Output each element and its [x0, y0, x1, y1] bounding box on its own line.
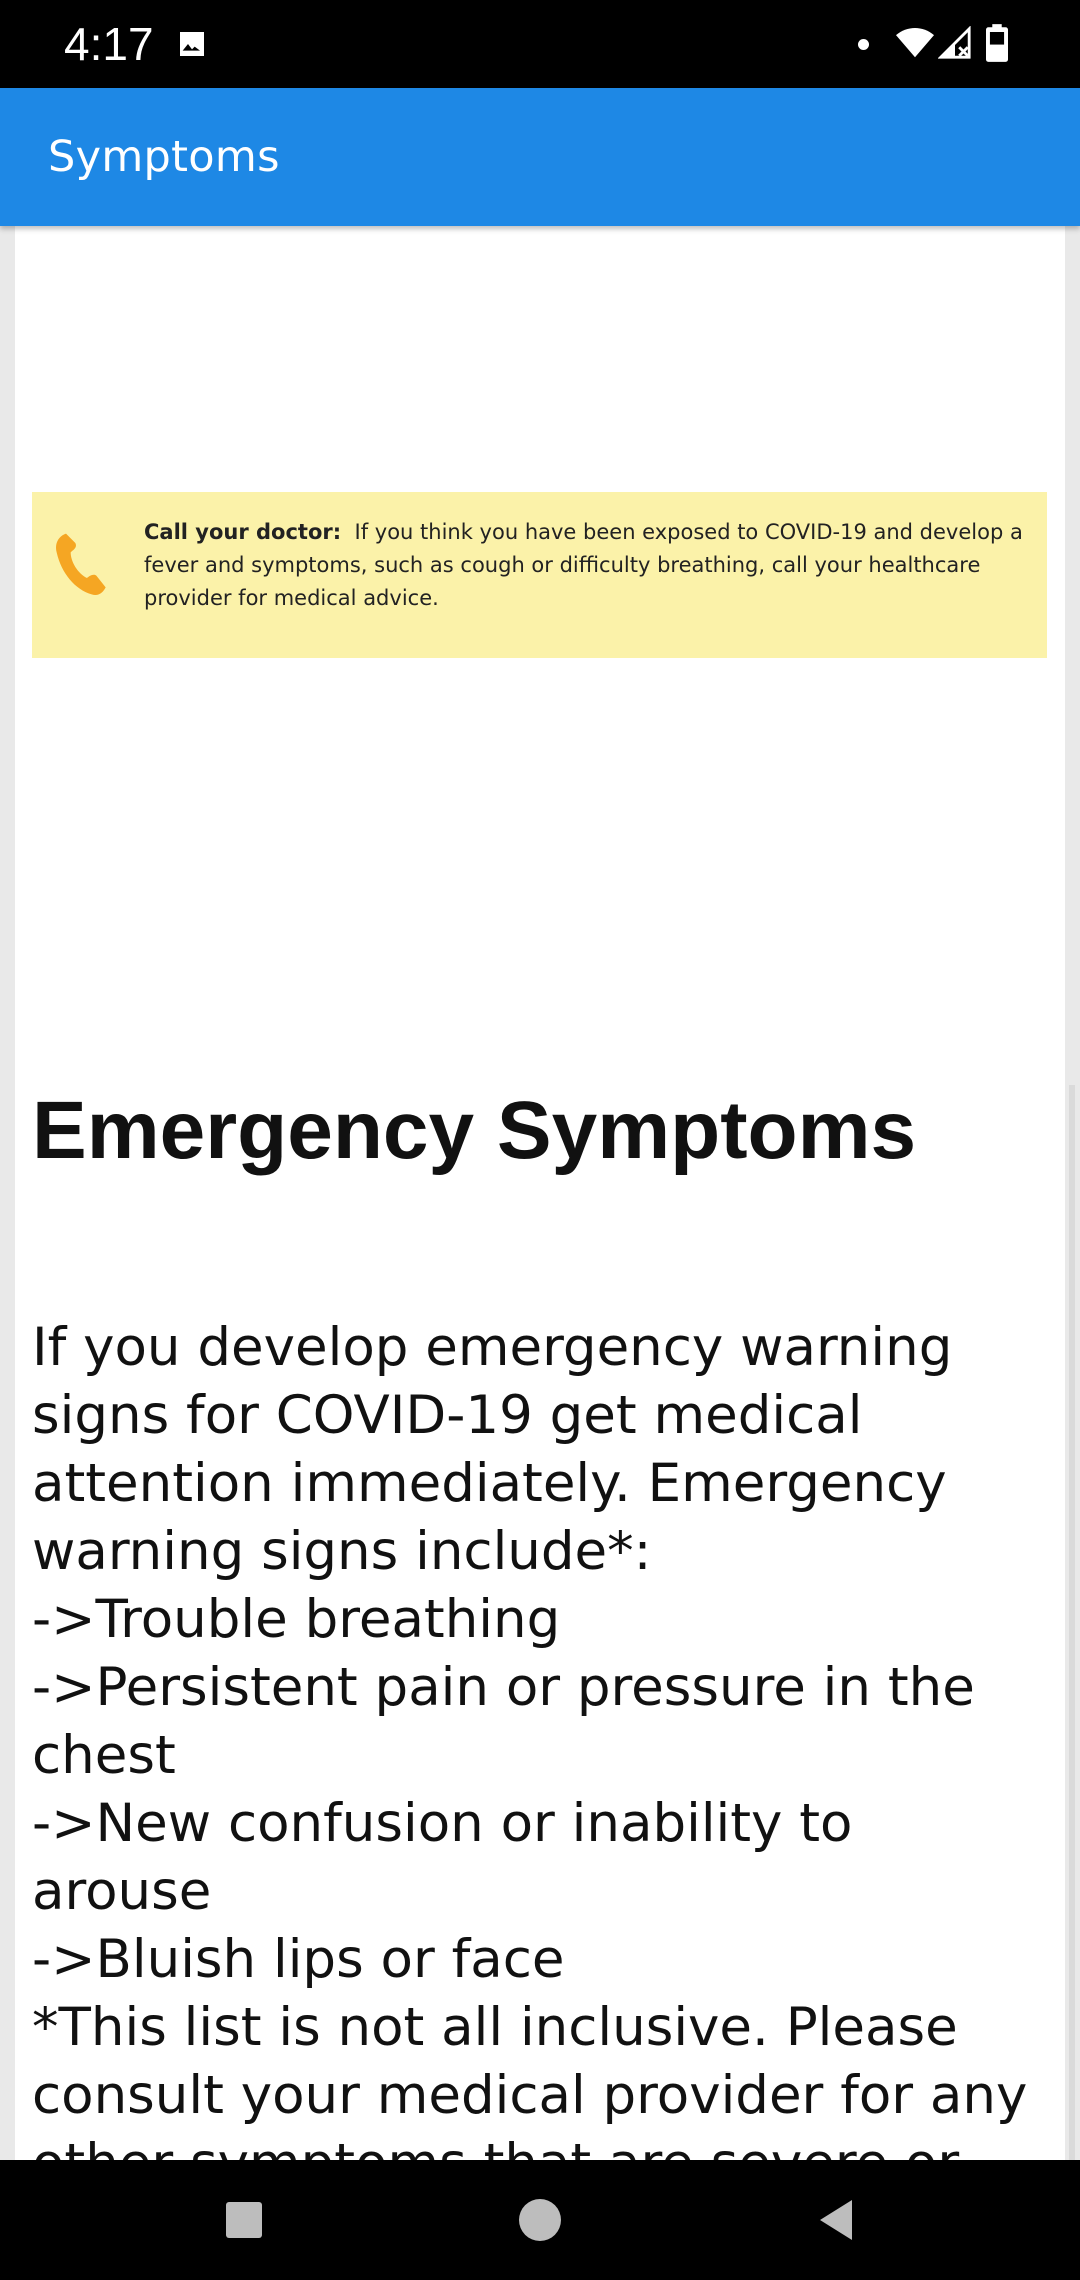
home-button[interactable] — [519, 2199, 561, 2241]
status-bar: 4:17 — [0, 0, 1080, 88]
scrollbar[interactable] — [1069, 1085, 1075, 2160]
battery-icon — [986, 24, 1008, 62]
phone-icon — [56, 533, 106, 595]
webview-content[interactable]: Call your doctor: If you think you have … — [15, 226, 1065, 2160]
image-icon — [180, 32, 204, 56]
wifi-icon — [896, 27, 934, 58]
notification-dot-icon — [858, 39, 869, 50]
call-doctor-text: Call your doctor: If you think you have … — [144, 516, 1024, 615]
signal-icon — [938, 26, 971, 59]
screen: 4:17 Symptoms Call your doctor: If you t… — [0, 0, 1080, 2280]
call-doctor-callout: Call your doctor: If you think you have … — [32, 492, 1047, 658]
emergency-symptoms-body: If you develop emergency warning signs f… — [32, 1317, 1028, 2160]
page-title: Symptoms — [48, 132, 280, 182]
emergency-symptoms-heading: Emergency Symptoms — [32, 1085, 917, 1176]
back-button[interactable] — [816, 2198, 856, 2242]
navigation-bar — [0, 2160, 1080, 2280]
status-time: 4:17 — [64, 18, 154, 70]
call-doctor-label: Call your doctor: — [144, 520, 342, 544]
recents-button[interactable] — [226, 2202, 262, 2238]
app-bar: Symptoms — [0, 88, 1080, 226]
